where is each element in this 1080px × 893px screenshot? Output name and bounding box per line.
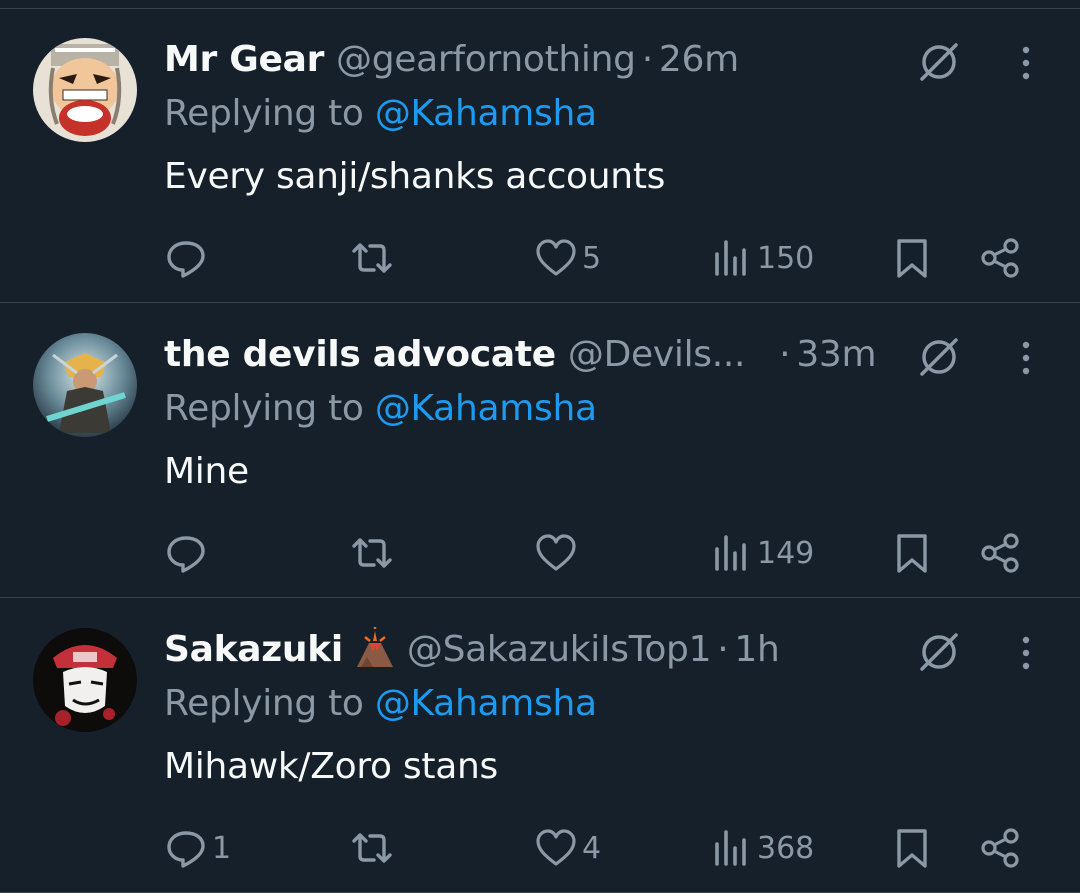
tweet-header: Sakazuki @SakazukiIsTop1 · 1h	[164, 624, 780, 674]
bookmark-icon	[897, 534, 927, 573]
reply-count: 1	[212, 830, 232, 866]
reply-mention-link[interactable]: @Kahamsha	[375, 93, 597, 134]
grok-icon[interactable]	[916, 629, 962, 675]
retweet-icon	[352, 243, 392, 273]
tweet[interactable]: Sakazuki @SakazukiIsTop1 · 1h Replying t…	[0, 598, 1080, 893]
tweet[interactable]: the devils advocate @Devils... · 33m Rep…	[0, 303, 1080, 598]
avatar[interactable]	[33, 628, 137, 732]
views-icon	[715, 535, 746, 571]
avatar[interactable]	[33, 38, 137, 142]
views-button[interactable]: 149	[709, 525, 814, 581]
share-button[interactable]	[978, 525, 1022, 581]
more-icon[interactable]	[1006, 338, 1046, 378]
action-bar: 5 150	[0, 230, 1080, 286]
timestamp[interactable]: 1h	[734, 629, 779, 670]
like-button[interactable]	[534, 525, 582, 581]
grok-icon[interactable]	[916, 39, 962, 85]
bookmark-button[interactable]	[890, 820, 934, 876]
view-count: 149	[757, 535, 815, 571]
share-icon	[981, 238, 1019, 278]
reply-icon	[167, 241, 205, 278]
avatar-image	[33, 38, 137, 142]
retweet-icon	[352, 833, 392, 863]
views-icon	[715, 830, 746, 866]
reply-mention-link[interactable]: @Kahamsha	[375, 388, 597, 429]
more-icon[interactable]	[1006, 43, 1046, 83]
reply-icon	[167, 831, 205, 868]
separator: ·	[641, 38, 653, 80]
author-handle[interactable]: @Devils...	[568, 334, 746, 375]
action-bar: 149	[0, 525, 1080, 581]
retweet-button[interactable]	[350, 820, 394, 876]
views-button[interactable]: 368	[709, 820, 814, 876]
author-handle[interactable]: @SakazukiIsTop1	[407, 629, 712, 670]
share-icon	[981, 828, 1019, 868]
heart-icon	[536, 534, 576, 571]
heart-icon	[536, 829, 576, 866]
retweet-icon	[352, 538, 392, 568]
views-icon	[715, 240, 746, 276]
avatar-image	[33, 333, 137, 437]
bookmark-icon	[897, 829, 927, 868]
replying-to: Replying to @Kahamsha	[164, 93, 597, 134]
tweet-header: Mr Gear @gearfornothing · 26m	[164, 34, 739, 84]
retweet-button[interactable]	[350, 230, 394, 286]
reply-button[interactable]	[164, 525, 212, 581]
views-button[interactable]: 150	[709, 230, 814, 286]
like-button[interactable]: 4	[534, 820, 601, 876]
action-bar: 1 4 368	[0, 820, 1080, 876]
heart-icon	[536, 239, 576, 276]
share-button[interactable]	[978, 230, 1022, 286]
reply-icon	[167, 536, 205, 573]
tweet-header: the devils advocate @Devils... · 33m	[164, 329, 877, 379]
reply-button[interactable]: 1	[164, 820, 231, 876]
replying-to: Replying to @Kahamsha	[164, 388, 597, 429]
author-name[interactable]: the devils advocate	[164, 334, 556, 375]
tweet[interactable]: Mr Gear @gearfornothing · 26m Replying t…	[0, 8, 1080, 303]
timestamp[interactable]: 26m	[659, 39, 739, 80]
like-button[interactable]: 5	[534, 230, 601, 286]
author-name[interactable]: Mr Gear	[164, 39, 324, 80]
tweet-text: Mine	[164, 451, 249, 492]
replying-to-label: Replying to	[164, 388, 375, 429]
author-name[interactable]: Sakazuki	[164, 629, 343, 670]
share-button[interactable]	[978, 820, 1022, 876]
separator: ·	[779, 333, 791, 375]
view-count: 150	[757, 240, 815, 276]
replying-to: Replying to @Kahamsha	[164, 683, 597, 724]
more-icon[interactable]	[1006, 633, 1046, 673]
tweet-text: Mihawk/Zoro stans	[164, 746, 498, 787]
share-icon	[981, 533, 1019, 573]
avatar-image	[33, 628, 137, 732]
retweet-button[interactable]	[350, 525, 394, 581]
grok-icon[interactable]	[916, 334, 962, 380]
avatar[interactable]	[33, 333, 137, 437]
bookmark-icon	[897, 239, 927, 278]
author-handle[interactable]: @gearfornothing	[336, 39, 636, 80]
like-count: 5	[582, 240, 602, 276]
separator: ·	[717, 628, 729, 670]
timestamp[interactable]: 33m	[796, 334, 876, 375]
bookmark-button[interactable]	[890, 525, 934, 581]
volcano-emoji-icon	[356, 627, 393, 667]
reply-button[interactable]	[164, 230, 212, 286]
tweet-text: Every sanji/shanks accounts	[164, 156, 666, 197]
view-count: 368	[757, 830, 815, 866]
replying-to-label: Replying to	[164, 93, 375, 134]
reply-mention-link[interactable]: @Kahamsha	[375, 683, 597, 724]
like-count: 4	[582, 830, 602, 866]
bookmark-button[interactable]	[890, 230, 934, 286]
replying-to-label: Replying to	[164, 683, 375, 724]
